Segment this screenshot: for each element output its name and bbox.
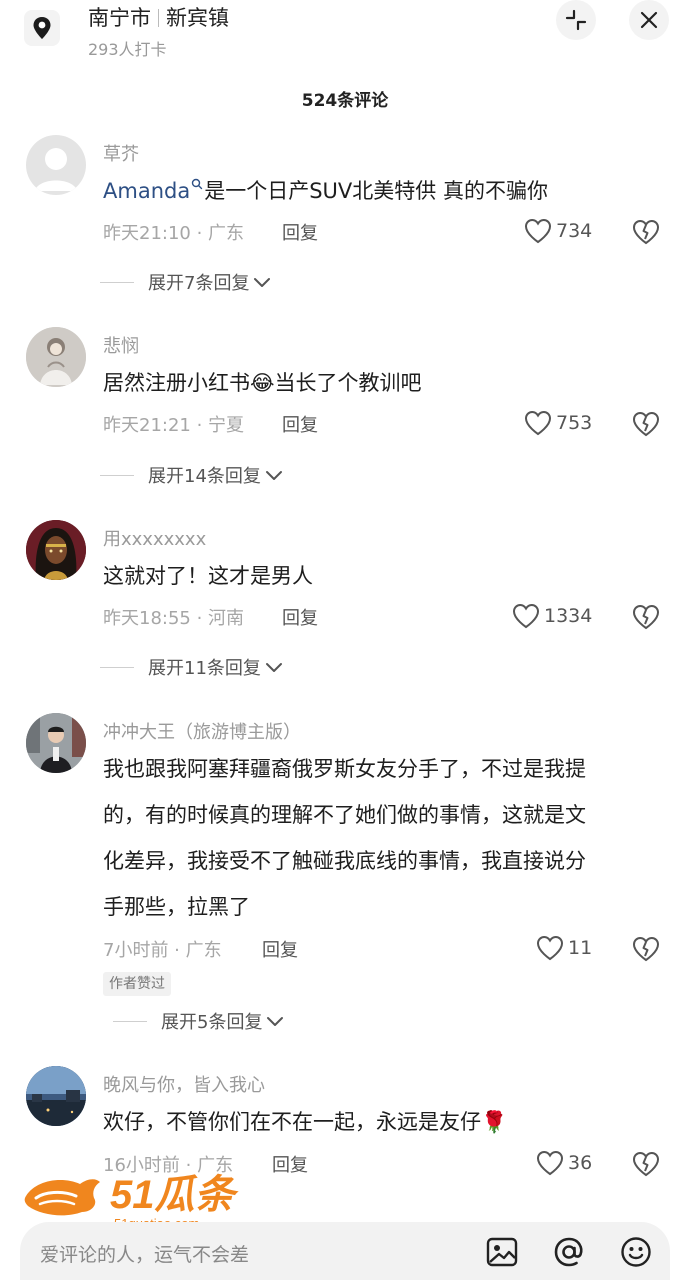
comment-body: 居然注册小红书: [103, 371, 250, 395]
reply-button[interactable]: 回复: [282, 219, 318, 245]
image-icon: [486, 1237, 518, 1267]
broken-heart-icon[interactable]: [632, 603, 660, 631]
heart-icon: [536, 1150, 564, 1176]
user-mention[interactable]: Amanda: [103, 179, 190, 203]
like-button[interactable]: 734: [524, 216, 592, 246]
chevron-down-icon: [265, 663, 282, 672]
comment-line: 化差异，我接受不了触碰我底线的事情，我直接说分: [103, 849, 586, 873]
reply-button[interactable]: 回复: [282, 604, 318, 630]
reply-button[interactable]: 回复: [282, 411, 318, 437]
comment-meta: 昨天18:55 · 河南: [103, 608, 245, 629]
chevron-down-icon: [265, 471, 282, 480]
author-liked-badge: 作者赞过: [103, 972, 171, 996]
comment-line: 的，有的时候真的理解不了她们做的事情，这就是文: [103, 803, 586, 827]
collapse-button[interactable]: [556, 0, 596, 40]
expand-label: 展开5条回复: [161, 1012, 263, 1033]
avatar[interactable]: [26, 713, 86, 773]
avatar[interactable]: [26, 327, 86, 387]
comment-input[interactable]: 爱评论的人，运气不会差: [40, 1240, 249, 1267]
at-icon: [554, 1237, 583, 1267]
comment-meta: 昨天21:21 · 宁夏: [103, 415, 245, 436]
comment-text: 欢仔，不管你们在不在一起，永远是友仔🌹: [103, 1099, 663, 1145]
comment-author[interactable]: 冲冲大王（旅游博主版）: [103, 718, 301, 744]
like-count: 36: [568, 1152, 593, 1174]
avatar[interactable]: [26, 135, 86, 195]
close-icon: [640, 11, 658, 29]
comment-body-cont: 当长了个教训吧: [274, 371, 422, 395]
close-button[interactable]: [629, 0, 669, 40]
expand-label: 展开11条回复: [148, 658, 261, 679]
heart-icon: [536, 935, 564, 961]
comment-author[interactable]: 悲悯: [103, 332, 139, 358]
like-count: 1334: [544, 605, 593, 627]
broken-heart-icon[interactable]: [632, 1150, 660, 1178]
broken-heart-icon[interactable]: [632, 218, 660, 246]
expand-replies-button[interactable]: 展开11条回复: [100, 654, 284, 680]
heart-icon: [512, 603, 540, 629]
laughing-emoji: 😂: [250, 371, 275, 395]
comment-meta: 昨天21:10 · 广东: [103, 223, 245, 244]
location-title[interactable]: 南宁市 新宾镇: [88, 2, 229, 32]
comment-meta: 7小时前 · 广东: [103, 940, 222, 961]
image-button[interactable]: [485, 1235, 519, 1269]
search-icon: [192, 178, 203, 190]
comments-page: 南宁市 新宾镇 293人打卡 524条评论 草芥 Amanda 是一个日产SUV北美…: [0, 0, 690, 1280]
heart-icon: [524, 410, 552, 436]
chevron-down-icon: [254, 278, 271, 287]
location-header: 南宁市 新宾镇 293人打卡: [0, 0, 690, 70]
comment-author[interactable]: 用xxxxxxxx: [103, 525, 206, 551]
location-pin-icon: [24, 10, 60, 46]
like-count: 11: [568, 937, 593, 959]
comment-body: 欢仔，不管你们在不在一起，永远是友仔: [103, 1110, 481, 1134]
like-button[interactable]: 36: [536, 1148, 592, 1178]
mention-button[interactable]: [552, 1235, 586, 1269]
comment-text: Amanda 是一个日产SUV北美特供 真的不骗你: [103, 168, 663, 214]
comment-line: 我也跟我阿塞拜疆裔俄罗斯女友分手了，不过是我提: [103, 757, 586, 781]
like-button[interactable]: 753: [524, 408, 592, 438]
expand-divider: [100, 666, 134, 668]
like-button[interactable]: 11: [536, 933, 592, 963]
expand-replies-button[interactable]: 展开7条回复: [100, 269, 272, 295]
expand-replies-button[interactable]: 展开5条回复: [113, 1008, 285, 1034]
like-button[interactable]: 1334: [512, 601, 592, 631]
comment-text: 居然注册小红书😂当长了个教训吧: [103, 360, 663, 406]
reply-button[interactable]: 回复: [262, 936, 298, 962]
emoji-button[interactable]: [619, 1235, 653, 1269]
broken-heart-icon[interactable]: [632, 410, 660, 438]
comment-text: 我也跟我阿塞拜疆裔俄罗斯女友分手了，不过是我提 的，有的时候真的理解不了她们做的…: [103, 746, 663, 930]
heart-icon: [524, 218, 552, 244]
expand-replies-button[interactable]: 展开14条回复: [100, 462, 284, 488]
city-name: 南宁市: [88, 6, 151, 30]
reply-button[interactable]: 回复: [272, 1151, 308, 1177]
comment-author[interactable]: 草芥: [103, 140, 139, 166]
broken-heart-icon[interactable]: [632, 935, 660, 963]
comment-text: 这就对了！这才是男人: [103, 564, 313, 588]
comment-line: 手那些，拉黑了: [103, 895, 250, 919]
town-name: 新宾镇: [166, 6, 229, 30]
rose-emoji: 🌹: [481, 1110, 508, 1134]
expand-label: 展开14条回复: [148, 466, 261, 487]
comment-author[interactable]: 晚风与你，皆入我心: [103, 1071, 265, 1097]
expand-divider: [100, 281, 134, 283]
expand-divider: [100, 474, 134, 476]
avatar[interactable]: [26, 1066, 86, 1126]
comment-body: 是一个日产SUV北美特供 真的不骗你: [204, 179, 548, 203]
expand-label: 展开7条回复: [148, 273, 250, 294]
expand-divider: [113, 1020, 147, 1022]
collapse-icon: [565, 9, 587, 31]
comment-input-bar[interactable]: 爱评论的人，运气不会差: [20, 1222, 670, 1280]
title-divider: [158, 9, 159, 27]
checkin-count: 293人打卡: [88, 40, 167, 59]
svg-text:51瓜条: 51瓜条: [110, 1173, 239, 1217]
like-count: 734: [556, 220, 593, 242]
comment-count: 524条评论: [301, 91, 389, 111]
emoji-icon: [621, 1237, 651, 1267]
chevron-down-icon: [267, 1017, 284, 1026]
like-count: 753: [556, 412, 593, 434]
avatar[interactable]: [26, 520, 86, 580]
